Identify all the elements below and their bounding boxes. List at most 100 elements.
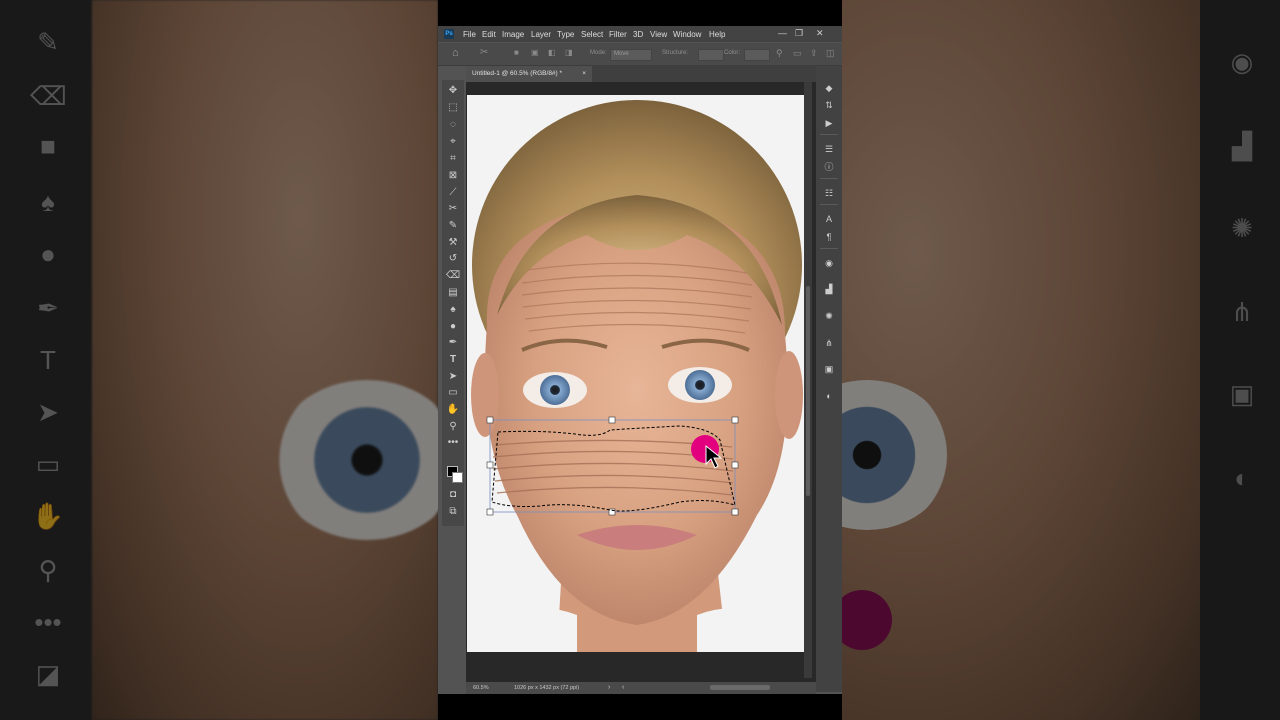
channels-icon[interactable]: ⇅ xyxy=(822,98,836,112)
document-tab[interactable]: Untitled-1 @ 60.5% (RGB/8#) * × xyxy=(466,66,592,82)
screen-mode-icon[interactable]: ⧉ xyxy=(446,505,460,519)
menu-image[interactable]: Image xyxy=(502,30,524,39)
background-dim-right xyxy=(842,0,1280,720)
portrait-photo xyxy=(467,100,804,652)
type-icon[interactable]: T xyxy=(446,353,460,367)
background-left: ✎ ⌫ ■ ♠ ● ✒ T ➤ ▭ ✋ ⚲ ••• ◪ xyxy=(0,0,438,720)
brush-icon[interactable]: ✎ xyxy=(446,219,460,233)
menu-window[interactable]: Window xyxy=(673,30,701,39)
hand-icon[interactable]: ✋ xyxy=(446,403,460,417)
workspace-icon[interactable]: ▭ xyxy=(793,48,802,59)
structure-label: Structure: xyxy=(662,50,689,56)
transform-handle[interactable] xyxy=(486,508,494,516)
character-icon[interactable]: A xyxy=(822,212,836,226)
scroll-left-icon[interactable]: ‹ xyxy=(622,684,624,691)
gradient-icon[interactable]: ▤ xyxy=(446,286,460,300)
close-icon[interactable]: ✕ xyxy=(816,28,824,39)
dodge-icon[interactable]: ● xyxy=(446,320,460,334)
transform-handle[interactable] xyxy=(486,416,494,424)
menu-filter[interactable]: Filter xyxy=(609,30,627,39)
home-icon[interactable]: ⌂ xyxy=(452,47,459,59)
dock-divider xyxy=(820,204,838,205)
status-arrow-icon[interactable]: › xyxy=(608,684,610,691)
transform-handle[interactable] xyxy=(608,416,616,424)
pen-icon[interactable]: ✒ xyxy=(446,336,460,350)
shape-icon[interactable]: ▭ xyxy=(446,386,460,400)
document-info: 1026 px x 1432 px (72 ppi) xyxy=(514,685,580,691)
history-brush-icon[interactable]: ↺ xyxy=(446,252,460,266)
menu-3d[interactable]: 3D xyxy=(633,30,643,39)
menu-type[interactable]: Type xyxy=(557,30,574,39)
right-ear xyxy=(775,351,803,439)
paths-icon[interactable]: ⋔ xyxy=(822,336,836,350)
zoom-icon[interactable]: ⚲ xyxy=(446,420,460,434)
minimize-icon[interactable]: — xyxy=(778,28,787,38)
tab-close-icon[interactable]: × xyxy=(582,66,586,82)
more-icon[interactable]: ••• xyxy=(446,436,460,450)
transform-handle[interactable] xyxy=(486,461,494,469)
subtract-selection-icon[interactable]: ◧ xyxy=(548,48,556,57)
intersect-selection-icon[interactable]: ◨ xyxy=(565,48,573,57)
color-input[interactable] xyxy=(744,49,770,61)
blur-icon[interactable]: ♠ xyxy=(446,303,460,317)
transform-bounding-box[interactable] xyxy=(489,419,736,513)
healing-icon[interactable]: ✂ xyxy=(446,202,460,216)
search-icon[interactable]: ⚲ xyxy=(776,48,783,59)
eyedropper-icon[interactable]: ⟋ xyxy=(446,186,460,200)
menu-select[interactable]: Select xyxy=(581,30,603,39)
share-icon[interactable]: ⇪ xyxy=(810,48,818,59)
document-image[interactable] xyxy=(467,95,804,652)
eraser-icon[interactable]: ⌫ xyxy=(446,269,460,283)
quick-select-icon[interactable]: ⌖ xyxy=(446,135,460,149)
background-color-swatch[interactable] xyxy=(452,472,463,483)
patch-tool-icon[interactable]: ✂ xyxy=(480,47,488,58)
shoulder-left xyxy=(467,608,577,652)
restore-icon[interactable]: ❐ xyxy=(795,28,803,39)
transform-handle[interactable] xyxy=(731,416,739,424)
panel-toggle-icon[interactable]: ◫ xyxy=(826,48,835,59)
mode-label: Mode: xyxy=(590,50,607,56)
menu-help[interactable]: Help xyxy=(709,30,725,39)
menu-layer[interactable]: Layer xyxy=(531,30,551,39)
properties-icon[interactable]: ☰ xyxy=(822,142,836,156)
structure-input[interactable] xyxy=(698,49,724,61)
navigator-icon[interactable]: ◐ xyxy=(822,389,836,403)
mode-value: Move xyxy=(614,51,629,57)
shoulder-right xyxy=(697,608,804,652)
menu-view[interactable]: View xyxy=(650,30,667,39)
document-tab-bar: Untitled-1 @ 60.5% (RGB/8#) * × xyxy=(466,66,816,82)
play-icon[interactable]: ▶ xyxy=(822,116,836,130)
mouse-cursor-icon xyxy=(705,444,723,469)
menu-file[interactable]: File xyxy=(463,30,476,39)
zoom-level[interactable]: 60.5% xyxy=(473,685,489,691)
quick-mask-icon[interactable]: ◘ xyxy=(446,488,460,502)
menu-edit[interactable]: Edit xyxy=(482,30,496,39)
transform-handle[interactable] xyxy=(731,461,739,469)
vertical-scrollbar-thumb[interactable] xyxy=(806,286,810,496)
right-iris xyxy=(685,370,715,400)
marquee-icon[interactable]: ⬚ xyxy=(446,101,460,115)
lasso-icon[interactable]: ◌ xyxy=(446,118,460,132)
dock-divider xyxy=(820,178,838,179)
stamp-icon[interactable]: ⚒ xyxy=(446,236,460,250)
horizontal-scrollbar-thumb[interactable] xyxy=(710,685,770,690)
transform-handle[interactable] xyxy=(731,508,739,516)
adjust-icon[interactable]: ☷ xyxy=(822,186,836,200)
add-selection-icon[interactable]: ▣ xyxy=(531,48,539,57)
move-icon[interactable]: ✥ xyxy=(446,84,460,98)
info-icon[interactable]: ⓘ xyxy=(822,160,836,174)
new-selection-icon[interactable]: ■ xyxy=(514,48,519,57)
background-right: ◉ ▟ ✺ ⋔ ▣ ◐ xyxy=(842,0,1280,720)
layers-icon[interactable]: ◆ xyxy=(822,81,836,95)
right-panel-dock: ◆ ⇅ ▶ ☰ ⓘ ☷ A ¶ ◉ ▟ ✺ ⋔ ▣ ◐ xyxy=(816,66,842,692)
mode-select[interactable]: Move xyxy=(610,49,652,61)
photoshop-logo-icon: Ps xyxy=(444,29,454,39)
crop-icon[interactable]: ⌗ xyxy=(446,152,460,166)
libraries-icon[interactable]: ▣ xyxy=(822,362,836,376)
frame-icon[interactable]: ⊠ xyxy=(446,169,460,183)
levels-icon[interactable]: ▟ xyxy=(822,282,836,296)
paragraph-icon[interactable]: ¶ xyxy=(822,230,836,244)
compass-icon[interactable]: ✺ xyxy=(822,309,836,323)
color-icon[interactable]: ◉ xyxy=(822,256,836,270)
path-select-icon[interactable]: ➤ xyxy=(446,370,460,384)
